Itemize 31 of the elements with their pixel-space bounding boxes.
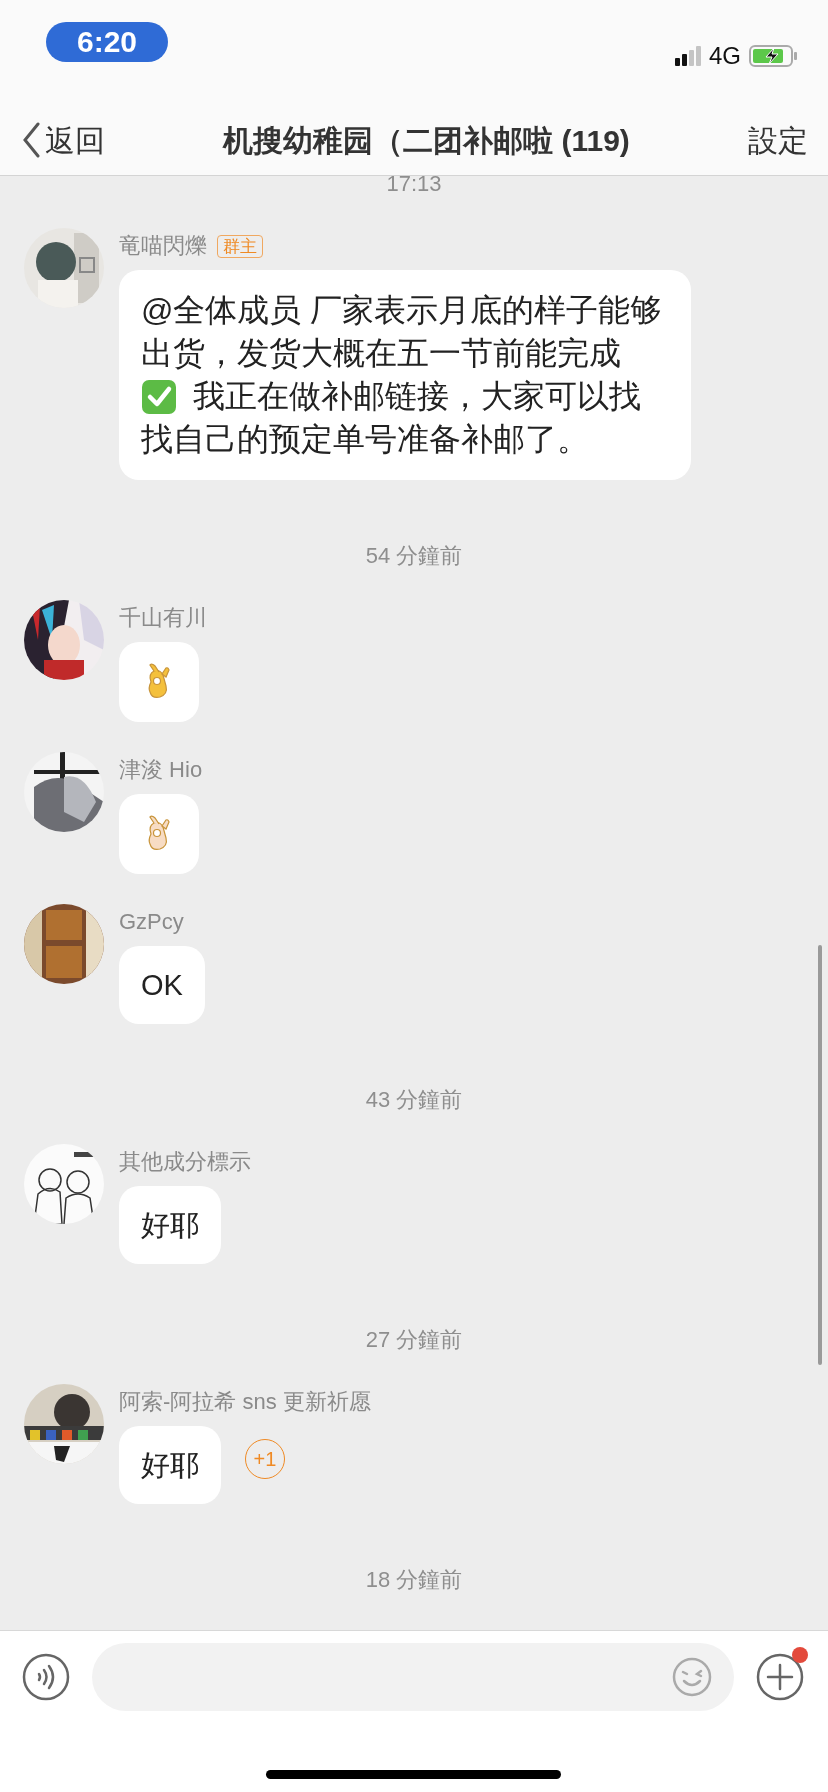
emoji-icon[interactable] <box>672 1657 712 1697</box>
battery-icon <box>749 45 798 67</box>
chat-title: 机搜幼稚园（二团补邮啦 (119) <box>223 122 630 159</box>
message-text: 好耶 <box>141 1448 199 1483</box>
message-text: 好耶 <box>141 1208 199 1243</box>
network-label: 4G <box>709 41 741 71</box>
message-text: @全体成员 厂家表示月底的样子能够出货，发货大概在五一节前能完成 <box>141 291 664 373</box>
time: 6:20 <box>46 22 168 62</box>
timestamp: 18 分鐘前 <box>365 1568 463 1592</box>
sender-name: 千山有川 <box>119 606 207 630</box>
sender-name: GzPcy <box>119 910 184 934</box>
message-text: 我正在做补邮链接，大家可以找 <box>193 377 641 416</box>
message-text: 找自己的预定单号准备补邮了。 <box>141 420 590 459</box>
timestamp: 54 分鐘前 <box>365 544 463 568</box>
scrollbar[interactable] <box>818 945 822 1365</box>
message-text: OK <box>141 968 183 1003</box>
timestamp: 17:13 <box>386 176 442 196</box>
sender-name: 阿索-阿拉希 sns 更新祈愿 <box>119 1390 371 1414</box>
checkmark-icon <box>141 378 177 415</box>
back-button[interactable]: 返回 <box>22 117 105 163</box>
settings-button[interactable]: 設定 <box>748 117 808 163</box>
plus-icon[interactable] <box>756 1653 804 1701</box>
chevron-left-icon <box>22 122 41 158</box>
sender-name: 竜喵閃爍 <box>119 234 207 258</box>
sender-name: 其他成分標示 <box>119 1150 251 1174</box>
timestamp: 43 分鐘前 <box>365 1088 463 1112</box>
voice-icon[interactable] <box>22 1653 70 1701</box>
timestamp: 27 分鐘前 <box>365 1328 463 1352</box>
signal-icon <box>675 46 701 66</box>
role-tag: 群主 <box>217 234 263 258</box>
sender-name: 津浚 Hio <box>119 758 203 782</box>
